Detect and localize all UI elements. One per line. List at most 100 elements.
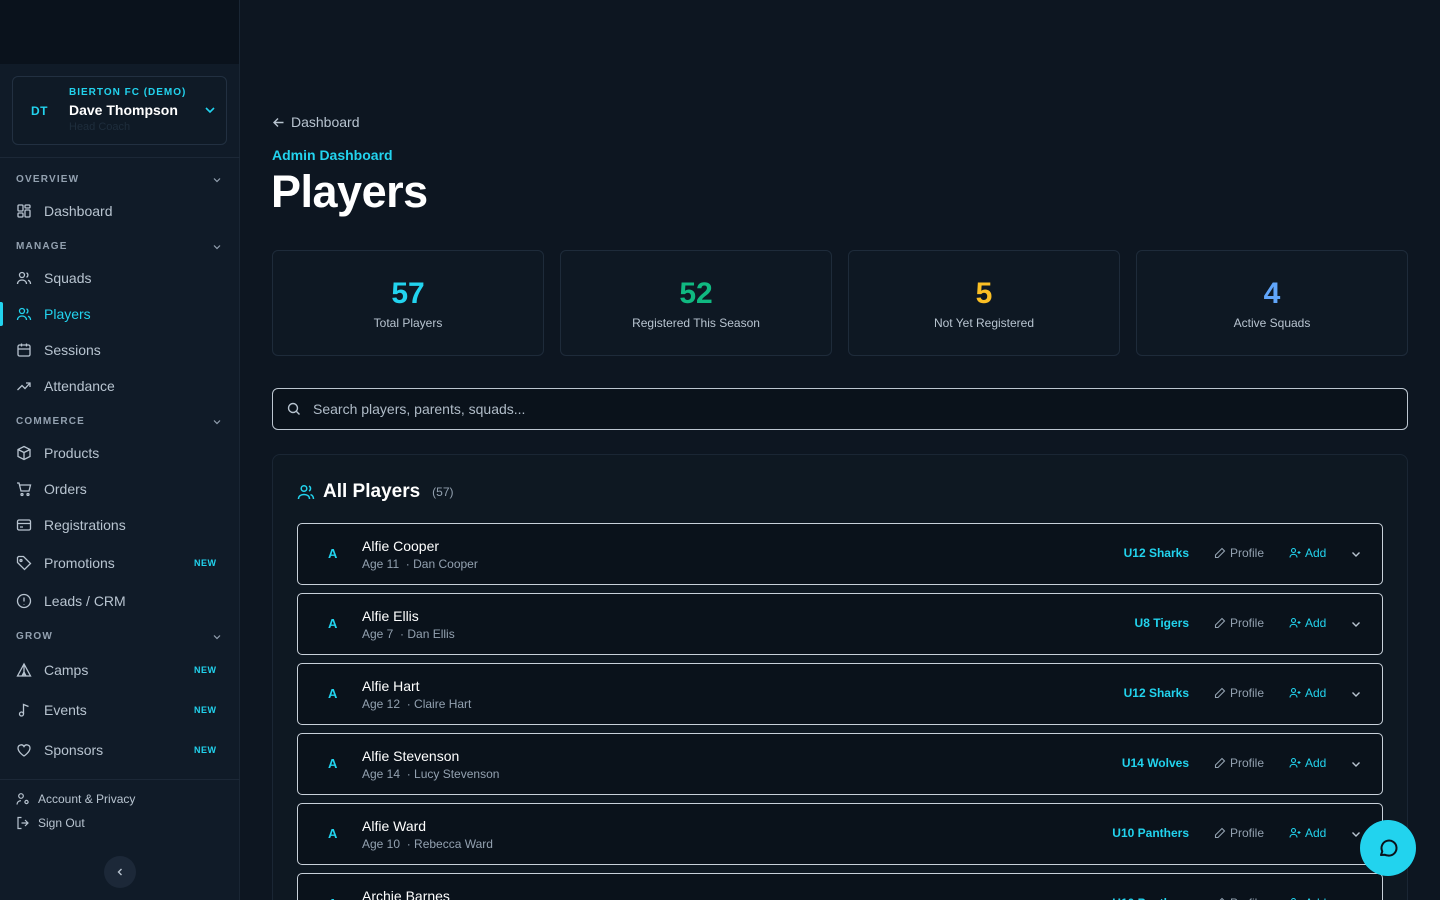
profile-button[interactable]: Profile	[1214, 616, 1264, 630]
sidebar-item-dashboard[interactable]: Dashboard	[0, 194, 239, 228]
player-initial: A	[328, 686, 338, 701]
chevron-down-icon[interactable]	[212, 175, 222, 185]
new-badge: NEW	[194, 745, 217, 755]
avatar: DT	[31, 104, 48, 118]
chevron-down-icon	[205, 107, 215, 114]
chevron-down-icon[interactable]	[212, 417, 222, 427]
sidebar-item-orders[interactable]: Orders	[0, 472, 239, 506]
player-squad-link[interactable]: U10 Panthers	[1112, 896, 1189, 900]
breadcrumb[interactable]: Admin Dashboard	[272, 147, 393, 163]
chat-bubble-icon	[1380, 839, 1398, 857]
stat-value: 5	[975, 277, 993, 310]
section-commerce[interactable]: COMMERCE	[16, 416, 85, 427]
chat-button[interactable]	[1360, 820, 1416, 876]
collapse-sidebar-button[interactable]	[104, 856, 136, 888]
calendar-icon	[17, 343, 31, 357]
player-name[interactable]: Alfie Hart	[362, 678, 420, 694]
sidebar-item-camps[interactable]: Camps NEW	[0, 653, 239, 687]
player-squad-link[interactable]: U14 Wolves	[1122, 756, 1189, 770]
player-row[interactable]: A Alfie Cooper Age 11 · Dan Cooper U12 Shar…	[297, 523, 1383, 585]
chevron-down-icon[interactable]	[212, 632, 222, 642]
chevron-down-icon[interactable]	[1350, 618, 1362, 630]
profile-button[interactable]: Profile	[1214, 756, 1264, 770]
sidebar-item-leads[interactable]: Leads / CRM	[0, 584, 239, 618]
sidebar-item-label: Players	[44, 306, 91, 322]
profile-label: Profile	[1230, 686, 1265, 700]
chevron-down-icon[interactable]	[1350, 688, 1362, 700]
card-icon	[16, 519, 32, 531]
sidebar-item-label: Orders	[44, 481, 87, 497]
player-row[interactable]: A Alfie Stevenson Age 14 · Lucy Stevenson U…	[297, 733, 1383, 795]
sidebar-item-players[interactable]: Players	[0, 297, 239, 331]
add-button[interactable]: Add	[1289, 826, 1326, 840]
add-button[interactable]: Add	[1289, 756, 1326, 770]
sidebar-item-registrations[interactable]: Registrations	[0, 508, 239, 542]
add-button[interactable]: Add	[1289, 896, 1326, 900]
sidebar-item-label: Attendance	[44, 378, 115, 394]
sidebar-item-events[interactable]: Events NEW	[0, 693, 239, 727]
player-meta: Age 12 · Claire Hart	[362, 697, 472, 711]
sidebar-item-promotions[interactable]: Promotions NEW	[0, 546, 239, 580]
account-privacy-link[interactable]: Account & Privacy	[16, 792, 135, 806]
profile-button[interactable]: Profile	[1214, 546, 1264, 560]
sidebar-item-sessions[interactable]: Sessions	[0, 333, 239, 367]
sidebar-item-attendance[interactable]: Attendance	[0, 369, 239, 403]
profile-button[interactable]: Profile	[1214, 826, 1264, 840]
sidebar-item-label: Camps	[44, 662, 89, 678]
club-name: BIERTON FC (DEMO)	[69, 87, 187, 98]
box-icon	[17, 445, 31, 461]
player-name[interactable]: Alfie Ward	[362, 818, 426, 834]
chevron-down-icon[interactable]	[1350, 828, 1362, 840]
player-squad-link[interactable]: U12 Sharks	[1124, 546, 1189, 560]
tent-icon	[16, 662, 32, 677]
player-name[interactable]: Archie Barnes	[362, 888, 450, 900]
cart-icon	[17, 482, 32, 497]
stat-label: Active Squads	[1233, 316, 1311, 330]
search-input[interactable]	[313, 401, 1373, 417]
account-privacy-label: Account & Privacy	[38, 792, 136, 806]
sidebar-item-squads[interactable]: Squads	[0, 261, 239, 295]
player-squad-link[interactable]: U10 Panthers	[1112, 826, 1189, 840]
player-squad-link[interactable]: U12 Sharks	[1124, 686, 1189, 700]
player-row[interactable]: A Alfie Ward Age 10 · Rebecca Ward U10 Pant…	[297, 803, 1383, 865]
profile-label: Profile	[1230, 756, 1265, 770]
add-button[interactable]: Add	[1289, 546, 1326, 560]
player-row[interactable]: A Archie Barnes U10 Panthers Profile Add	[297, 873, 1383, 900]
back-to-dashboard-link[interactable]: Dashboard	[272, 114, 360, 130]
search-box[interactable]	[272, 388, 1408, 430]
player-row[interactable]: A Alfie Hart Age 12 · Claire Hart U12 Shark…	[297, 663, 1383, 725]
chevron-down-icon[interactable]	[212, 242, 222, 252]
sign-out-link[interactable]: Sign Out	[16, 816, 85, 830]
player-row[interactable]: A Alfie Ellis Age 7 · Dan Ellis U8 Tigers Pr…	[297, 593, 1383, 655]
chevron-down-icon[interactable]	[1350, 758, 1362, 770]
player-name[interactable]: Alfie Stevenson	[362, 748, 459, 764]
players-panel-header: All Players (57)	[297, 481, 454, 503]
player-name[interactable]: Alfie Cooper	[362, 538, 439, 554]
player-squad-link[interactable]: U8 Tigers	[1135, 616, 1189, 630]
section-overview[interactable]: OVERVIEW	[16, 174, 79, 185]
arrow-left-icon	[273, 117, 284, 127]
section-manage[interactable]: MANAGE	[16, 241, 68, 252]
profile-button[interactable]: Profile	[1214, 686, 1264, 700]
stat-registered: 52 Registered This Season	[560, 250, 832, 356]
profile-label: Profile	[1230, 826, 1265, 840]
player-initial: A	[328, 546, 338, 561]
music-note-icon	[18, 703, 29, 717]
profile-button[interactable]: Profile	[1214, 896, 1264, 900]
sidebar-item-products[interactable]: Products	[0, 436, 239, 470]
add-button[interactable]: Add	[1289, 686, 1326, 700]
player-name[interactable]: Alfie Ellis	[362, 608, 419, 624]
add-label: Add	[1305, 896, 1326, 900]
add-button[interactable]: Add	[1289, 616, 1326, 630]
section-grow[interactable]: GROW	[16, 631, 53, 642]
user-switcher[interactable]: DT BIERTON FC (DEMO) Dave Thompson Head …	[12, 76, 227, 145]
pencil-icon	[1214, 757, 1226, 769]
grid-icon	[17, 204, 31, 218]
sidebar-item-sponsors[interactable]: Sponsors NEW	[0, 733, 239, 767]
profile-label: Profile	[1230, 546, 1265, 560]
new-badge: NEW	[194, 665, 217, 675]
sidebar-item-label: Promotions	[44, 555, 115, 571]
chevron-down-icon[interactable]	[1350, 548, 1362, 560]
tag-icon	[16, 555, 32, 571]
sidebar-item-label: Registrations	[44, 517, 126, 533]
